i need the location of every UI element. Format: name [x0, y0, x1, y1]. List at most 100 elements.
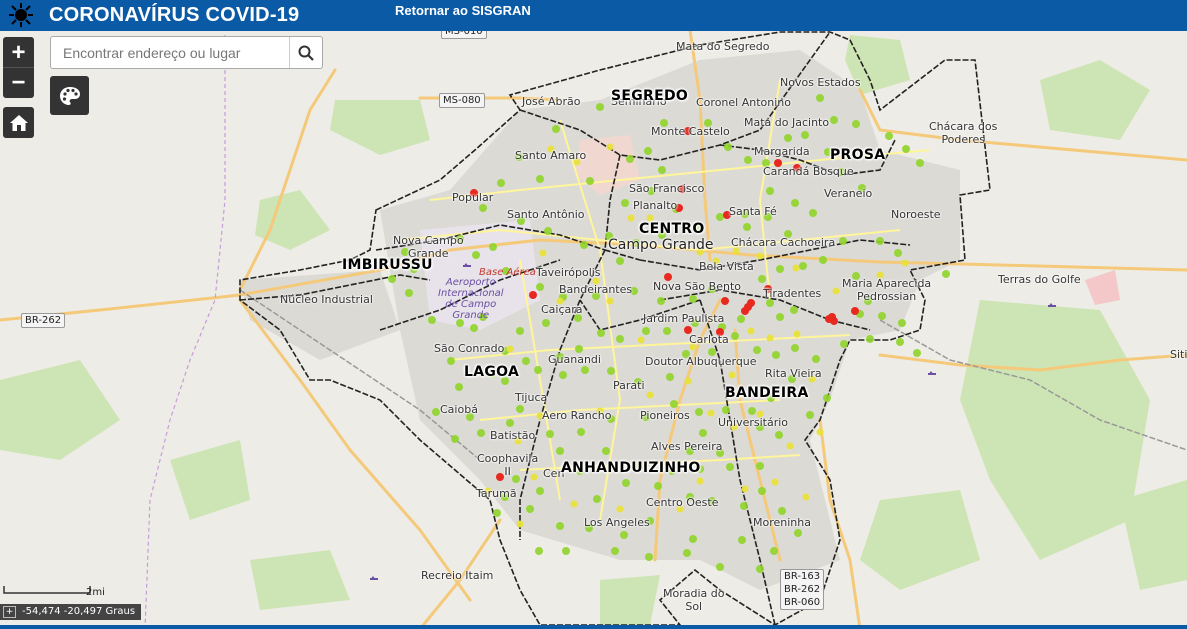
case-point-marker[interactable]: [534, 366, 542, 374]
case-point-marker[interactable]: [716, 213, 724, 221]
case-point-marker[interactable]: [539, 249, 547, 257]
case-point-marker[interactable]: [542, 319, 550, 327]
case-point-marker[interactable]: [477, 429, 485, 437]
case-point-marker[interactable]: [756, 462, 764, 470]
case-point-marker[interactable]: [756, 565, 764, 573]
case-point-marker[interactable]: [616, 505, 624, 513]
case-point-marker[interactable]: [792, 264, 800, 272]
case-point-marker[interactable]: [716, 563, 724, 571]
case-point-marker[interactable]: [819, 256, 827, 264]
case-point-marker[interactable]: [695, 408, 703, 416]
case-point-marker[interactable]: [666, 373, 674, 381]
case-point-marker[interactable]: [611, 547, 619, 555]
case-point-marker[interactable]: [581, 366, 589, 374]
case-point-marker[interactable]: [489, 243, 497, 251]
case-point-marker[interactable]: [646, 391, 654, 399]
case-point-marker[interactable]: [645, 553, 653, 561]
case-point-marker[interactable]: [916, 159, 924, 167]
case-point-marker[interactable]: [428, 316, 436, 324]
case-point-marker[interactable]: [620, 531, 628, 539]
case-point-marker[interactable]: [597, 329, 605, 337]
case-point-marker[interactable]: [721, 297, 729, 305]
case-point-marker[interactable]: [731, 332, 739, 340]
case-point-marker[interactable]: [556, 522, 564, 530]
case-point-marker[interactable]: [806, 411, 814, 419]
case-point-marker[interactable]: [770, 547, 778, 555]
case-point-marker[interactable]: [825, 315, 833, 323]
case-point-marker[interactable]: [626, 155, 634, 163]
case-point-marker[interactable]: [689, 295, 697, 303]
case-point-marker[interactable]: [536, 283, 544, 291]
home-button[interactable]: [3, 107, 34, 138]
case-point-marker[interactable]: [405, 289, 413, 297]
return-sisgran-link[interactable]: Retornar ao SISGRAN: [395, 2, 531, 20]
case-point-marker[interactable]: [866, 335, 874, 343]
case-point-marker[interactable]: [658, 166, 666, 174]
zoom-in-button[interactable]: +: [3, 37, 34, 68]
case-point-marker[interactable]: [536, 175, 544, 183]
case-point-marker[interactable]: [840, 340, 848, 348]
case-point-marker[interactable]: [744, 156, 752, 164]
case-point-marker[interactable]: [670, 400, 678, 408]
case-point-marker[interactable]: [894, 249, 902, 257]
case-point-marker[interactable]: [546, 430, 554, 438]
case-point-marker[interactable]: [451, 435, 459, 443]
case-point-marker[interactable]: [699, 429, 707, 437]
case-point-marker[interactable]: [778, 507, 786, 515]
case-point-marker[interactable]: [493, 509, 501, 517]
case-point-marker[interactable]: [616, 335, 624, 343]
case-point-marker[interactable]: [388, 275, 396, 283]
case-point-marker[interactable]: [522, 357, 530, 365]
case-point-marker[interactable]: [791, 344, 799, 352]
map-canvas[interactable]: Mata do Segredo Novos Estados José Abrão…: [0, 31, 1187, 629]
case-point-marker[interactable]: [771, 478, 779, 486]
case-point-marker[interactable]: [790, 306, 798, 314]
search-button[interactable]: [289, 37, 322, 68]
case-point-marker[interactable]: [432, 408, 440, 416]
case-point-marker[interactable]: [772, 351, 780, 359]
case-point-marker[interactable]: [556, 447, 564, 455]
case-point-marker[interactable]: [747, 299, 755, 307]
basemap-gallery-button[interactable]: [50, 76, 89, 115]
case-point-marker[interactable]: [596, 103, 604, 111]
case-point-marker[interactable]: [801, 131, 809, 139]
case-point-marker[interactable]: [663, 327, 671, 335]
case-point-marker[interactable]: [683, 549, 691, 557]
case-point-marker[interactable]: [812, 355, 820, 363]
case-point-marker[interactable]: [738, 536, 746, 544]
case-point-marker[interactable]: [726, 463, 734, 471]
search-input[interactable]: [51, 37, 291, 68]
case-point-marker[interactable]: [793, 330, 801, 338]
case-point-marker[interactable]: [644, 147, 652, 155]
case-point-marker[interactable]: [794, 529, 802, 537]
case-point-marker[interactable]: [654, 482, 662, 490]
case-point-marker[interactable]: [642, 327, 650, 335]
case-point-marker[interactable]: [689, 535, 697, 543]
case-point-marker[interactable]: [766, 187, 774, 195]
case-point-marker[interactable]: [728, 371, 736, 379]
case-point-marker[interactable]: [741, 485, 749, 493]
case-point-marker[interactable]: [885, 132, 893, 140]
case-point-marker[interactable]: [775, 431, 783, 439]
case-point-marker[interactable]: [753, 346, 761, 354]
case-point-marker[interactable]: [506, 419, 514, 427]
case-point-marker[interactable]: [851, 307, 859, 315]
case-point-marker[interactable]: [472, 251, 480, 259]
case-point-marker[interactable]: [526, 505, 534, 513]
case-point-marker[interactable]: [756, 252, 764, 260]
zoom-out-button[interactable]: −: [3, 67, 34, 98]
case-point-marker[interactable]: [898, 319, 906, 327]
case-point-marker[interactable]: [536, 487, 544, 495]
case-point-marker[interactable]: [627, 214, 635, 222]
case-point-marker[interactable]: [577, 428, 585, 436]
case-point-marker[interactable]: [593, 495, 601, 503]
case-point-marker[interactable]: [816, 428, 824, 436]
case-point-marker[interactable]: [876, 237, 884, 245]
case-point-marker[interactable]: [766, 334, 774, 342]
case-point-marker[interactable]: [586, 177, 594, 185]
case-point-marker[interactable]: [607, 367, 615, 375]
case-point-marker[interactable]: [799, 262, 807, 270]
case-point-marker[interactable]: [616, 257, 624, 265]
case-point-marker[interactable]: [839, 237, 847, 245]
case-point-marker[interactable]: [559, 371, 567, 379]
